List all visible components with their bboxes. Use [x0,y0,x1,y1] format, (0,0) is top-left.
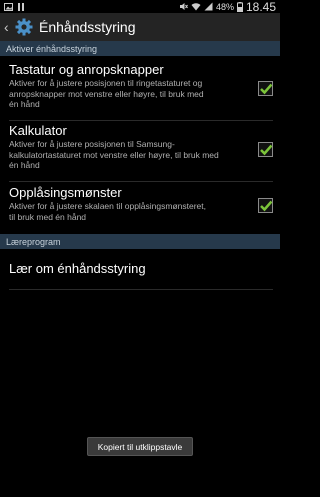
divider [9,181,273,182]
divider [9,120,273,121]
pause-icon [17,2,25,11]
page-title: Énhåndsstyring [39,19,136,35]
checkbox-calculator[interactable] [258,142,273,157]
item-description: Aktiver for å justere posisjonen til Sam… [9,139,219,170]
checkbox-keyboard[interactable] [258,81,273,96]
list-item-unlock-pattern[interactable]: Opplåsingsmønster Aktiver for å justere … [0,185,280,231]
gallery-icon [4,2,13,11]
list-item-keyboard[interactable]: Tastatur og anropsknapper Aktiver for å … [0,62,280,118]
item-title: Kalkulator [9,123,67,138]
battery-icon [236,1,243,12]
toast-message: Kopiert til utklippstavle [87,437,193,456]
battery-percent: 48% [215,1,234,12]
clock: 18.45 [245,0,276,14]
checkbox-unlock-pattern[interactable] [258,198,273,213]
back-chevron-icon[interactable]: ‹ [4,19,12,35]
list-item-learn[interactable]: Lær om énhåndsstyring [0,261,280,281]
item-title: Opplåsingsmønster [9,185,122,200]
section-header-activate: Aktiver énhåndsstyring [0,41,280,56]
section-header-learn: Læreprogram [0,234,280,249]
item-title: Lær om énhåndsstyring [9,261,146,276]
mute-icon [179,2,188,11]
signal-icon [204,2,213,11]
list-item-calculator[interactable]: Kalkulator Aktiver for å justere posisjo… [0,123,280,179]
checkmark-icon [260,200,272,211]
item-description: Aktiver for å justere skalaen til opplås… [9,201,207,222]
action-bar: ‹ Énhåndsstyring [0,13,280,41]
wifi-icon [191,2,201,11]
checkmark-icon [260,83,272,94]
status-bar: 48% 18.45 [0,0,280,14]
gear-icon[interactable] [15,18,33,36]
item-title: Tastatur og anropsknapper [9,62,164,77]
item-description: Aktiver for å justere posisjonen til rin… [9,78,204,109]
checkmark-icon [260,144,272,155]
divider [9,289,273,290]
